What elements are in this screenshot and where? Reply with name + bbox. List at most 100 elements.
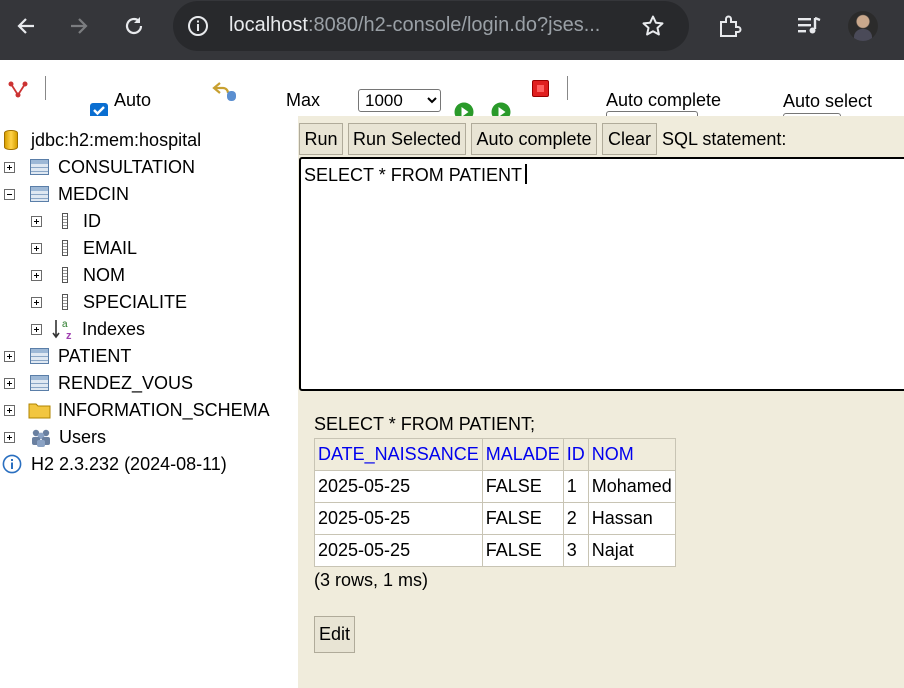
url-host: localhost xyxy=(229,14,308,36)
run-selected-button[interactable]: Run Selected xyxy=(348,123,466,155)
tree-item-label: Users xyxy=(59,426,107,447)
result-summary: (3 rows, 1 ms) xyxy=(314,570,429,590)
result-panel: SELECT * FROM PATIENT; DATE_NAISSANCE MA… xyxy=(298,398,904,688)
column-header-nom[interactable]: NOM xyxy=(587,438,676,471)
sql-editor[interactable]: SELECT * FROM PATIENT xyxy=(299,157,904,391)
expand-icon[interactable] xyxy=(31,242,42,254)
tree-item-label: NOM xyxy=(83,264,125,285)
clear-button[interactable]: Clear xyxy=(602,123,657,155)
table-cell: 3 xyxy=(562,534,589,567)
bookmark-star-icon[interactable] xyxy=(641,14,665,38)
run-icon[interactable] xyxy=(454,102,474,116)
result-query: SELECT * FROM PATIENT; xyxy=(314,414,536,434)
table-cell: Hassan xyxy=(587,502,676,535)
table-cell: 2 xyxy=(562,502,589,535)
column-icon xyxy=(62,240,68,256)
rollback-icon[interactable] xyxy=(211,79,237,101)
table-row: 2025-05-25 FALSE 3 Najat xyxy=(314,534,676,567)
info-icon xyxy=(2,454,22,474)
users-icon xyxy=(30,427,52,447)
extensions-icon[interactable] xyxy=(717,13,743,39)
run-button[interactable]: Run xyxy=(299,123,343,155)
tree-item-rendez-vous[interactable]: RENDEZ_VOUS xyxy=(4,370,193,396)
max-rows-select[interactable]: 1000 xyxy=(358,89,441,112)
toolbar-separator xyxy=(45,76,46,100)
browser-toolbar: localhost:8080/h2-console/login.do?jses.… xyxy=(0,0,904,60)
text-caret xyxy=(525,164,528,184)
tree-item-label: ID xyxy=(83,210,101,231)
table-icon xyxy=(30,375,49,391)
expand-icon[interactable] xyxy=(4,377,15,389)
tree-item-column-nom[interactable]: NOM xyxy=(31,262,125,288)
svg-text:a: a xyxy=(62,319,68,330)
table-row: 2025-05-25 FALSE 1 Mohamed xyxy=(314,470,676,503)
folder-icon xyxy=(28,401,51,419)
profile-avatar[interactable] xyxy=(848,11,878,41)
tree-item-label: SPECIALITE xyxy=(83,291,188,312)
tree-item-medcin[interactable]: MEDCIN xyxy=(4,181,129,207)
tree-item-indexes[interactable]: az Indexes xyxy=(31,316,145,342)
expand-icon[interactable] xyxy=(4,161,15,173)
table-icon xyxy=(30,186,49,202)
expand-icon[interactable] xyxy=(4,404,15,416)
reload-icon[interactable] xyxy=(120,12,148,40)
tree-item-column-specialite[interactable]: SPECIALITE xyxy=(31,289,187,315)
back-arrow-icon[interactable] xyxy=(12,12,40,40)
query-panel: Run Run Selected Auto complete Clear SQL… xyxy=(298,116,904,688)
database-icon xyxy=(4,130,18,150)
schema-tree: jdbc:h2:mem:hospital CONSULTATION MEDCIN… xyxy=(0,116,298,688)
svg-text:z: z xyxy=(66,330,72,341)
tree-item-label: EMAIL xyxy=(83,237,138,258)
version-label: H2 2.3.232 (2024-08-11) xyxy=(31,453,227,474)
cancel-statement-icon-inner xyxy=(537,85,544,92)
tree-item-consultation[interactable]: CONSULTATION xyxy=(4,154,195,180)
auto-complete-button[interactable]: Auto complete xyxy=(471,123,597,155)
table-row: 2025-05-25 FALSE 2 Hassan xyxy=(314,502,676,535)
column-header-malade[interactable]: MALADE xyxy=(481,438,564,471)
disconnect-icon[interactable] xyxy=(7,78,29,100)
expand-icon[interactable] xyxy=(31,215,42,227)
tree-item-column-id[interactable]: ID xyxy=(31,208,101,234)
auto-complete-label: Auto complete xyxy=(606,90,722,110)
tree-item-patient[interactable]: PATIENT xyxy=(4,343,131,369)
url-text: localhost:8080/h2-console/login.do?jses.… xyxy=(229,14,600,37)
expand-icon[interactable] xyxy=(31,296,42,308)
auto-select-label: Auto select xyxy=(783,91,873,111)
expand-icon[interactable] xyxy=(31,323,42,335)
expand-icon[interactable] xyxy=(31,269,42,281)
edit-button[interactable]: Edit xyxy=(314,616,355,653)
run-selected-icon[interactable] xyxy=(491,102,511,116)
tree-item-label: RENDEZ_VOUS xyxy=(58,372,194,393)
sql-statement: SELECT * FROM PATIENT xyxy=(304,165,523,185)
column-icon xyxy=(62,213,68,229)
tree-item-column-email[interactable]: EMAIL xyxy=(31,235,137,261)
tree-item-label: INFORMATION_SCHEMA xyxy=(58,399,270,420)
tree-connection[interactable]: jdbc:h2:mem:hospital xyxy=(4,127,201,153)
table-cell: Mohamed xyxy=(587,470,676,503)
column-header-date-naissance[interactable]: DATE_NAISSANCE xyxy=(314,438,483,471)
column-icon xyxy=(62,294,68,310)
tree-item-users[interactable]: Users xyxy=(4,424,106,450)
tree-item-label: PATIENT xyxy=(58,345,132,366)
table-cell: 2025-05-25 xyxy=(314,470,483,503)
sql-editor-text: SELECT * FROM PATIENT xyxy=(304,164,528,186)
table-icon xyxy=(30,348,49,364)
expand-icon[interactable] xyxy=(4,431,15,443)
h2-toolbar: Auto Max 1000 Auto complete Auto select xyxy=(0,60,904,124)
site-info-icon[interactable] xyxy=(187,15,209,37)
result-table: DATE_NAISSANCE MALADE ID NOM 2025-05-25 … xyxy=(314,438,676,567)
table-cell: FALSE xyxy=(481,470,564,503)
collapse-icon[interactable] xyxy=(4,188,15,200)
cancel-statement-icon[interactable] xyxy=(532,80,549,97)
table-icon xyxy=(30,159,49,175)
auto-commit-label: Auto xyxy=(114,90,152,110)
table-cell: FALSE xyxy=(481,534,564,567)
expand-icon[interactable] xyxy=(4,350,15,362)
connection-label: jdbc:h2:mem:hospital xyxy=(31,129,202,150)
media-control-icon[interactable] xyxy=(796,13,822,39)
column-header-id[interactable]: ID xyxy=(562,438,589,471)
address-bar[interactable]: localhost:8080/h2-console/login.do?jses.… xyxy=(173,1,689,51)
sql-statement-label: SQL statement: xyxy=(662,129,787,149)
forward-arrow-icon[interactable] xyxy=(65,12,93,40)
tree-item-information-schema[interactable]: INFORMATION_SCHEMA xyxy=(4,397,270,423)
